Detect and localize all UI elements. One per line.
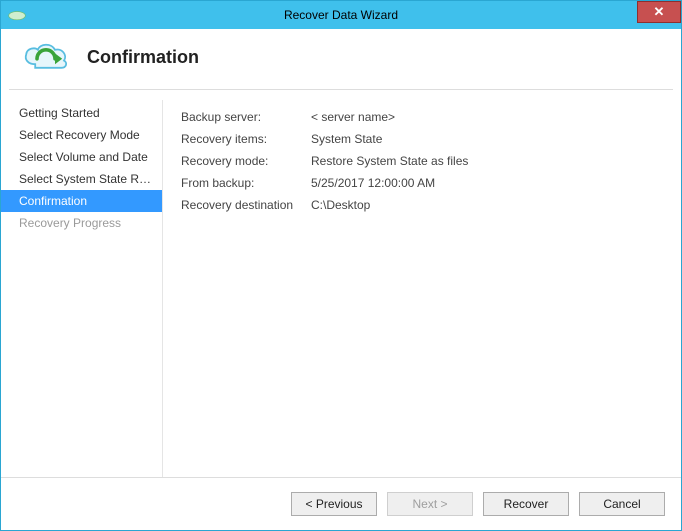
close-button[interactable]: ✕: [637, 1, 681, 23]
recover-button[interactable]: Recover: [483, 492, 569, 516]
wizard-body: Getting Started Select Recovery Mode Sel…: [1, 90, 681, 477]
label-recovery-mode: Recovery mode:: [181, 154, 311, 168]
label-backup-server: Backup server:: [181, 110, 311, 124]
wizard-footer: < Previous Next > Recover Cancel: [1, 477, 681, 530]
value-backup-server: < server name>: [311, 110, 395, 124]
step-confirmation[interactable]: Confirmation: [1, 190, 162, 212]
value-from-backup: 5/25/2017 12:00:00 AM: [311, 176, 435, 190]
next-button: Next >: [387, 492, 473, 516]
value-recovery-items: System State: [311, 132, 382, 146]
cloud-recover-icon: [19, 39, 73, 75]
close-icon: ✕: [654, 4, 665, 20]
step-recovery-progress: Recovery Progress: [1, 212, 162, 234]
wizard-steps-sidebar: Getting Started Select Recovery Mode Sel…: [1, 100, 163, 477]
titlebar: Recover Data Wizard ✕: [1, 1, 681, 29]
row-recovery-destination: Recovery destination C:\Desktop: [181, 194, 661, 216]
wizard-header: Confirmation: [1, 29, 681, 89]
row-recovery-items: Recovery items: System State: [181, 128, 661, 150]
step-select-volume-and-date[interactable]: Select Volume and Date: [1, 146, 162, 168]
row-recovery-mode: Recovery mode: Restore System State as f…: [181, 150, 661, 172]
row-from-backup: From backup: 5/25/2017 12:00:00 AM: [181, 172, 661, 194]
previous-button[interactable]: < Previous: [291, 492, 377, 516]
cancel-button[interactable]: Cancel: [579, 492, 665, 516]
step-select-system-state-recovery[interactable]: Select System State Reco...: [1, 168, 162, 190]
app-icon: [7, 7, 27, 23]
value-recovery-mode: Restore System State as files: [311, 154, 468, 168]
label-from-backup: From backup:: [181, 176, 311, 190]
step-getting-started[interactable]: Getting Started: [1, 102, 162, 124]
label-recovery-destination: Recovery destination: [181, 198, 311, 212]
value-recovery-destination: C:\Desktop: [311, 198, 370, 212]
step-select-recovery-mode[interactable]: Select Recovery Mode: [1, 124, 162, 146]
window-title: Recover Data Wizard: [1, 8, 681, 22]
confirmation-panel: Backup server: < server name> Recovery i…: [163, 100, 681, 477]
page-title: Confirmation: [87, 47, 199, 68]
label-recovery-items: Recovery items:: [181, 132, 311, 146]
row-backup-server: Backup server: < server name>: [181, 106, 661, 128]
